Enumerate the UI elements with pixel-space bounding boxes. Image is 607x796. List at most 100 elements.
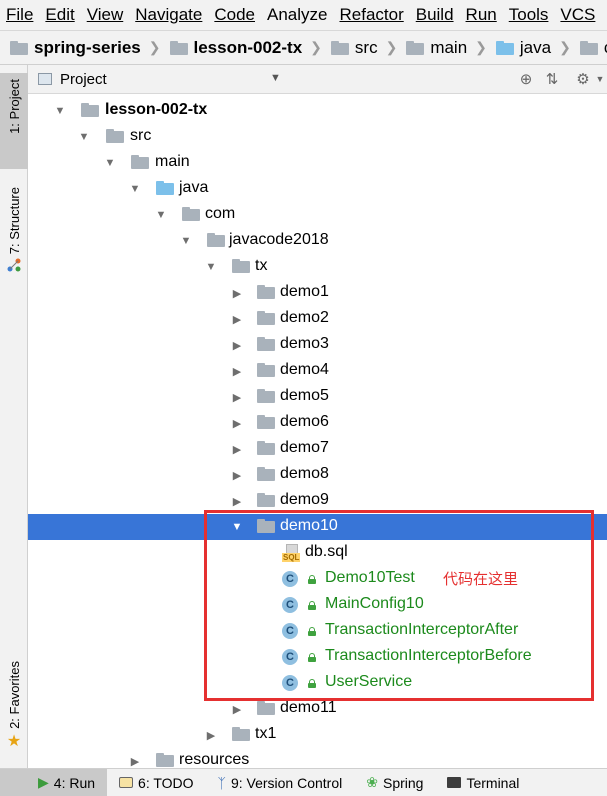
menu-view[interactable]: View xyxy=(81,0,130,30)
tree-item-demo5[interactable]: ▶ demo5 xyxy=(28,384,607,410)
tree-item-tx1[interactable]: ▶ tx1 xyxy=(28,722,607,748)
expand-arrow-icon[interactable]: ▼ xyxy=(78,131,90,143)
tree-item-demo1[interactable]: ▶ demo1 xyxy=(28,280,607,306)
todo-tool-tab[interactable]: 6: TODO xyxy=(107,769,206,796)
terminal-tool-tab[interactable]: Terminal xyxy=(435,769,531,796)
chevron-right-icon: ❯ xyxy=(148,39,161,55)
tree-item-label: demo2 xyxy=(280,309,329,326)
expand-arrow-icon[interactable]: ▼ xyxy=(104,157,116,169)
expand-arrow-icon[interactable]: ▶ xyxy=(231,469,243,482)
menu-edit[interactable]: Edit xyxy=(39,0,80,30)
tree-item-demo2[interactable]: ▶ demo2 xyxy=(28,306,607,332)
package-icon xyxy=(182,207,200,223)
expand-arrow-icon[interactable]: ▼ xyxy=(129,183,141,195)
expand-arrow-icon[interactable]: ▶ xyxy=(205,729,217,742)
tree-item-label: demo3 xyxy=(280,335,329,352)
structure-tool-tab[interactable]: 7: Structure xyxy=(0,185,28,285)
tree-item-label: demo8 xyxy=(280,465,329,482)
expand-arrow-icon[interactable]: ▶ xyxy=(231,443,243,456)
module-icon xyxy=(169,40,188,55)
menu-navigate[interactable]: Navigate xyxy=(129,0,208,30)
spring-tool-label: Spring xyxy=(382,774,424,791)
menu-run[interactable]: Run xyxy=(460,0,503,30)
favorites-tool-label: 2: Favorites xyxy=(6,661,22,729)
expand-arrow-icon[interactable]: ▶ xyxy=(231,417,243,430)
expand-arrow-icon[interactable]: ▶ xyxy=(231,313,243,326)
expand-arrow-icon[interactable]: ▼ xyxy=(155,209,167,221)
todo-tool-label: 6: TODO xyxy=(138,774,194,791)
left-tool-strip: 1: Project 7: Structure 2: Favorites ★ xyxy=(0,65,28,768)
module-icon xyxy=(81,103,99,119)
tree-item-label: demo9 xyxy=(280,491,329,508)
menu-bar: File Edit View Navigate Code Analyze Ref… xyxy=(0,0,607,30)
tree-item-label: demo5 xyxy=(280,387,329,404)
breadcrumb-com[interactable]: com xyxy=(579,38,607,58)
breadcrumb-src[interactable]: src xyxy=(330,38,378,58)
menu-code[interactable]: Code xyxy=(208,0,261,30)
tree-item-label: demo7 xyxy=(280,439,329,456)
tree-item-module[interactable]: ▼ lesson-002-tx xyxy=(28,98,607,124)
menu-analyze[interactable]: Analyze xyxy=(261,0,333,30)
breadcrumb-java[interactable]: java xyxy=(495,38,551,58)
menu-file[interactable]: File xyxy=(0,0,39,30)
tree-item-label: demo11 xyxy=(280,699,337,716)
breadcrumb-main[interactable]: main xyxy=(406,38,467,58)
project-tool-tab[interactable]: 1: Project xyxy=(0,73,28,169)
breadcrumb-lesson-002-tx[interactable]: lesson-002-tx xyxy=(169,38,302,58)
expand-arrow-icon[interactable]: ▶ xyxy=(231,391,243,404)
spring-tool-tab[interactable]: ❀ Spring xyxy=(354,769,435,796)
tree-item-tx[interactable]: ▼ tx xyxy=(28,254,607,280)
tree-item-demo7[interactable]: ▶ demo7 xyxy=(28,436,607,462)
package-icon xyxy=(232,727,250,743)
tree-item-label: tx xyxy=(255,257,268,274)
package-icon xyxy=(257,701,275,717)
version-control-tool-tab[interactable]: ᛉ 9: Version Control xyxy=(206,769,355,796)
expand-arrow-icon[interactable]: ▼ xyxy=(180,235,192,247)
expand-arrow-icon[interactable]: ▶ xyxy=(231,495,243,508)
tree-item-label: demo6 xyxy=(280,413,329,430)
tree-item-src[interactable]: ▼ src xyxy=(28,124,607,150)
menu-tools[interactable]: Tools xyxy=(503,0,555,30)
todo-icon xyxy=(119,777,134,788)
project-panel-header: Project ▼ ⊕ ⇅ ⚙ ▼ xyxy=(28,65,607,94)
expand-arrow-icon[interactable]: ▶ xyxy=(231,703,243,716)
chevron-right-icon: ❯ xyxy=(310,39,322,55)
expand-arrow-icon[interactable]: ▶ xyxy=(231,365,243,378)
spring-leaf-icon: ❀ xyxy=(366,774,378,790)
tree-item-main[interactable]: ▼ main xyxy=(28,150,607,176)
run-tool-tab[interactable]: ▶ 4: Run xyxy=(0,769,108,796)
tree-item-java[interactable]: ▼ java xyxy=(28,176,607,202)
tree-item-label: main xyxy=(155,153,190,170)
target-icon[interactable]: ⊕ xyxy=(516,69,536,89)
run-tool-label: 4: Run xyxy=(53,774,96,791)
dropdown-arrow-icon[interactable]: ▼ xyxy=(590,69,607,89)
favorites-tool-tab[interactable]: 2: Favorites ★ xyxy=(0,661,28,757)
chevron-right-icon: ❯ xyxy=(475,39,487,55)
tree-item-label: javacode2018 xyxy=(229,231,329,248)
menu-refactor[interactable]: Refactor xyxy=(333,0,409,30)
expand-arrow-icon[interactable]: ▼ xyxy=(54,105,66,117)
menu-vcs[interactable]: VCS xyxy=(554,0,601,30)
expand-arrow-icon[interactable]: ▶ xyxy=(231,287,243,300)
project-panel-title[interactable]: Project xyxy=(60,71,107,88)
dropdown-arrow-icon[interactable]: ▼ xyxy=(270,72,281,84)
package-icon xyxy=(232,259,250,275)
source-folder-icon xyxy=(156,181,174,197)
project-folder-icon xyxy=(10,40,28,55)
tree-item-demo4[interactable]: ▶ demo4 xyxy=(28,358,607,384)
star-icon: ★ xyxy=(6,730,22,750)
tree-item-com[interactable]: ▼ com xyxy=(28,202,607,228)
folder-icon xyxy=(330,40,349,55)
structure-tool-label: 7: Structure xyxy=(6,187,22,255)
breadcrumb-spring-series[interactable]: spring-series xyxy=(10,38,141,58)
expand-arrow-icon[interactable]: ▼ xyxy=(205,261,217,273)
menu-build[interactable]: Build xyxy=(410,0,460,30)
collapse-icon[interactable]: ⇅ xyxy=(542,69,562,89)
expand-arrow-icon[interactable]: ▶ xyxy=(129,755,141,768)
annotation-box xyxy=(204,510,594,701)
tree-item-javacode2018[interactable]: ▼ javacode2018 xyxy=(28,228,607,254)
tree-item-demo8[interactable]: ▶ demo8 xyxy=(28,462,607,488)
tree-item-demo3[interactable]: ▶ demo3 xyxy=(28,332,607,358)
tree-item-demo6[interactable]: ▶ demo6 xyxy=(28,410,607,436)
expand-arrow-icon[interactable]: ▶ xyxy=(231,339,243,352)
